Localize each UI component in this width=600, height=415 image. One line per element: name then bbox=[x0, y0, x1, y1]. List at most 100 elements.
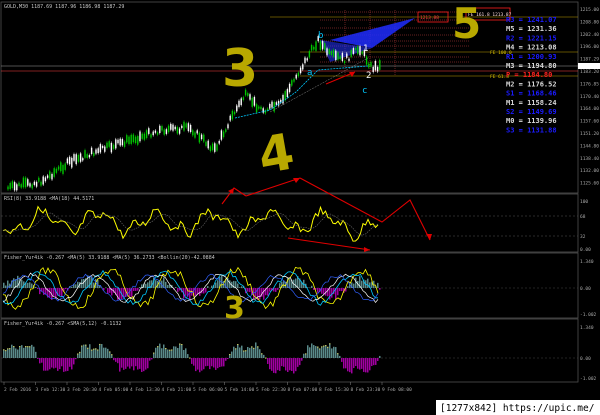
fisher1-bar bbox=[239, 287, 241, 288]
fisher2-bar bbox=[181, 344, 183, 358]
fisher1-bar bbox=[107, 288, 109, 294]
candle-body bbox=[211, 143, 214, 151]
fisher2-bar bbox=[105, 347, 107, 358]
fisher2-bar bbox=[115, 358, 117, 362]
candle-body bbox=[183, 121, 185, 131]
candle-body bbox=[288, 83, 291, 93]
level-label: S3 = 1131.88 bbox=[506, 126, 557, 134]
fisher2-bar bbox=[203, 358, 205, 370]
fisher2-bar-top bbox=[317, 346, 319, 348]
fisher2-bar bbox=[103, 347, 105, 358]
fisher2-bar bbox=[173, 346, 175, 358]
level-label: M3 = 1194.80 bbox=[506, 62, 557, 70]
fisher1-bar bbox=[59, 288, 61, 296]
fisher1-bar bbox=[175, 287, 177, 288]
fisher2-bar bbox=[375, 358, 377, 365]
fisher2-bar bbox=[163, 344, 165, 358]
candle-body bbox=[192, 130, 194, 136]
fisher2-bar bbox=[317, 346, 319, 358]
fisher2-bar bbox=[331, 348, 333, 358]
price-tick: 1144.80 bbox=[580, 143, 599, 149]
candle-body bbox=[22, 177, 25, 188]
fisher1-bar bbox=[27, 282, 29, 288]
fisher2-bar bbox=[59, 358, 61, 370]
fisher2-bar bbox=[81, 345, 83, 358]
fisher2-bar bbox=[235, 348, 237, 358]
candle-body bbox=[165, 129, 168, 134]
fisher2-bar bbox=[191, 358, 193, 364]
candle-body bbox=[143, 133, 146, 140]
fisher2-bar-top bbox=[97, 349, 99, 351]
rsi-tick: 68 bbox=[580, 214, 586, 220]
fisher1-bar bbox=[235, 281, 237, 288]
candle-body bbox=[97, 148, 99, 154]
fisher2-bar-top bbox=[253, 347, 255, 349]
fisher2-bar-top bbox=[27, 346, 29, 348]
fisher1-bar bbox=[13, 278, 15, 288]
fisher1-bar bbox=[289, 279, 291, 288]
candle-body bbox=[134, 136, 137, 144]
fisher2-bar bbox=[289, 358, 291, 371]
candle-body bbox=[141, 133, 143, 139]
fisher2-bar bbox=[319, 348, 321, 358]
fisher1-bar bbox=[31, 283, 33, 288]
fisher2-bar bbox=[239, 347, 241, 358]
candle-body bbox=[299, 67, 302, 74]
fisher1-bar bbox=[123, 288, 125, 298]
fisher2-bar-top bbox=[323, 345, 325, 347]
fisher2-bar bbox=[315, 346, 317, 358]
candle-body bbox=[27, 179, 29, 186]
fisher2-bar-top bbox=[153, 352, 155, 354]
fisher2-bar bbox=[147, 358, 149, 369]
candle-body bbox=[352, 48, 355, 54]
fisher2-bar bbox=[53, 358, 55, 369]
candle-body bbox=[18, 182, 20, 186]
fisher2-bar bbox=[277, 358, 279, 371]
candle-body bbox=[161, 126, 163, 131]
candle-body bbox=[196, 130, 198, 134]
fisher2-bar bbox=[73, 358, 75, 365]
fisher2-bar bbox=[167, 349, 169, 358]
fisher2-bar-top bbox=[189, 357, 191, 359]
candle-body bbox=[77, 155, 80, 162]
candle-body bbox=[271, 101, 273, 108]
fisher2-bar bbox=[33, 346, 35, 358]
fisher1-bar bbox=[145, 283, 147, 288]
fisher2-bar bbox=[143, 358, 145, 372]
fisher2-bar bbox=[285, 358, 287, 371]
fisher2-bar bbox=[29, 346, 31, 358]
fisher2-bar bbox=[7, 348, 9, 358]
fisher1-bar bbox=[263, 288, 265, 300]
fisher2-bar bbox=[171, 349, 173, 358]
candle-body bbox=[159, 125, 161, 134]
time-tick: 4 Feb 05:00 bbox=[99, 387, 129, 393]
candle-body bbox=[9, 183, 11, 190]
fisher2-bar bbox=[233, 346, 235, 358]
wave-5: 5 bbox=[452, 0, 481, 48]
fisher2-bar bbox=[339, 355, 341, 358]
fisher2-bar bbox=[11, 344, 13, 358]
candle-body bbox=[326, 48, 328, 56]
fisher2-bar bbox=[141, 358, 143, 372]
fisher2-bar-top bbox=[91, 349, 93, 351]
candle-body bbox=[218, 140, 220, 144]
fisher2-bar bbox=[137, 358, 139, 370]
fisher2-bar bbox=[373, 358, 375, 366]
fisher1-bar bbox=[37, 288, 39, 290]
fisher2-bar bbox=[321, 346, 323, 358]
candle-body bbox=[372, 66, 374, 73]
fisher1-bar bbox=[247, 288, 249, 292]
candle-body bbox=[295, 74, 297, 79]
fisher2-bar bbox=[269, 358, 271, 370]
candle-body bbox=[185, 123, 187, 128]
candle-body bbox=[82, 158, 84, 161]
price-tick: 1170.40 bbox=[580, 94, 599, 100]
candle-body bbox=[75, 154, 77, 165]
fisher2-bar bbox=[99, 343, 101, 358]
candle-body bbox=[40, 181, 42, 186]
candle-body bbox=[123, 141, 126, 147]
fisher1-bar bbox=[133, 288, 135, 291]
fisher2-bar-top bbox=[235, 348, 237, 350]
chart-canvas[interactable]: GOLD,M30 1187.69 1187.96 1186.98 1187.29… bbox=[0, 0, 600, 415]
candle-body bbox=[308, 51, 311, 58]
